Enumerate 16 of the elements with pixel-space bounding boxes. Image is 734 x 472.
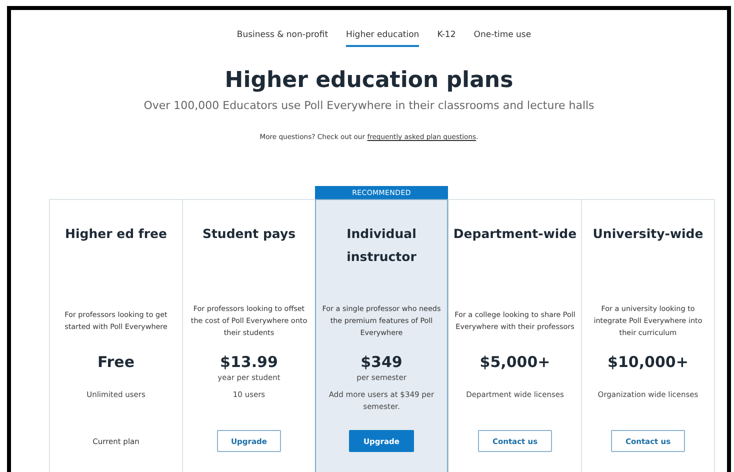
plan-tab[interactable]: One-time use <box>474 26 532 47</box>
page-heading: Higher education plans <box>224 67 514 95</box>
plan-name: University-wide <box>592 226 704 241</box>
plan-name: Student pays <box>202 226 296 241</box>
plan-price: $349 <box>360 353 402 371</box>
plan-name: Department-wide <box>453 226 577 241</box>
plan-price: $5,000+ <box>480 353 550 371</box>
plan-tab[interactable]: Higher education <box>346 26 420 47</box>
page-subtitle: Over 100,000 Educators use Poll Everywhere in their classrooms and lecture halls <box>142 99 596 112</box>
plan-name: Individual instructor <box>346 226 416 264</box>
plan-name: Higher ed free <box>65 226 167 241</box>
plan-price: $13.99 <box>220 353 278 371</box>
plan-price: $10,000+ <box>608 353 688 371</box>
plan-price: Free <box>97 353 135 371</box>
plan-tab[interactable]: K-12 <box>437 26 456 47</box>
plan-tab[interactable]: Business & non-profit <box>236 26 328 47</box>
